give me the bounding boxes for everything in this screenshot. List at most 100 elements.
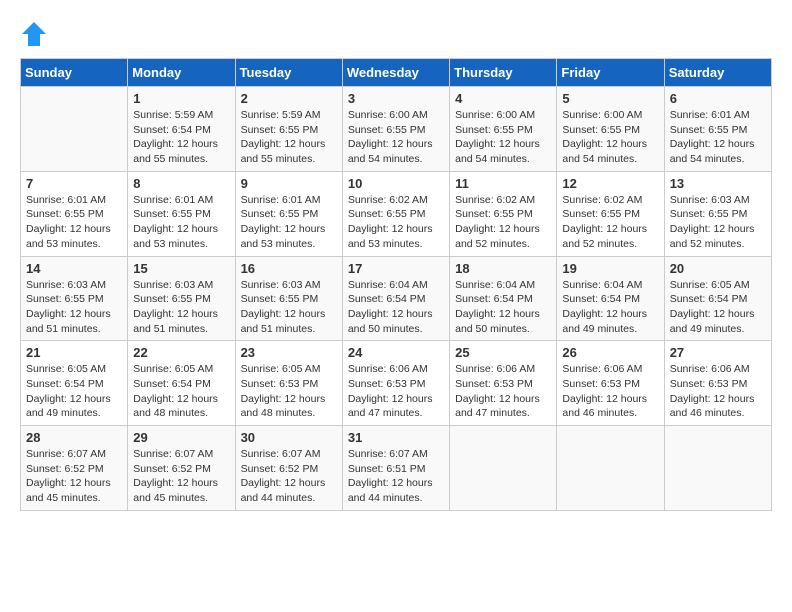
- day-info: Sunrise: 6:05 AMSunset: 6:54 PMDaylight:…: [133, 362, 229, 421]
- day-number: 18: [455, 261, 551, 276]
- calendar-cell: 20 Sunrise: 6:05 AMSunset: 6:54 PMDayligh…: [664, 256, 771, 341]
- day-info: Sunrise: 6:01 AMSunset: 6:55 PMDaylight:…: [241, 193, 337, 252]
- day-info: Sunrise: 6:02 AMSunset: 6:55 PMDaylight:…: [348, 193, 444, 252]
- day-number: 22: [133, 345, 229, 360]
- day-info: Sunrise: 6:06 AMSunset: 6:53 PMDaylight:…: [348, 362, 444, 421]
- calendar-cell: 25 Sunrise: 6:06 AMSunset: 6:53 PMDayligh…: [450, 341, 557, 426]
- calendar-cell: 4 Sunrise: 6:00 AMSunset: 6:55 PMDaylight…: [450, 87, 557, 172]
- calendar-cell: 10 Sunrise: 6:02 AMSunset: 6:55 PMDayligh…: [342, 171, 449, 256]
- weekday-header-cell: Saturday: [664, 59, 771, 87]
- calendar-week-row: 7 Sunrise: 6:01 AMSunset: 6:55 PMDaylight…: [21, 171, 772, 256]
- day-info: Sunrise: 6:07 AMSunset: 6:52 PMDaylight:…: [26, 447, 122, 506]
- weekday-header-row: SundayMondayTuesdayWednesdayThursdayFrid…: [21, 59, 772, 87]
- day-number: 11: [455, 176, 551, 191]
- day-number: 6: [670, 91, 766, 106]
- calendar-cell: [664, 426, 771, 511]
- day-number: 10: [348, 176, 444, 191]
- calendar-cell: 7 Sunrise: 6:01 AMSunset: 6:55 PMDaylight…: [21, 171, 128, 256]
- day-number: 29: [133, 430, 229, 445]
- calendar-body: 1Sunrise: 5:59 AMSunset: 6:54 PMDaylight…: [21, 87, 772, 511]
- calendar-cell: 18 Sunrise: 6:04 AMSunset: 6:54 PMDayligh…: [450, 256, 557, 341]
- day-info: Sunrise: 6:00 AMSunset: 6:55 PMDaylight:…: [562, 108, 658, 167]
- day-number: 23: [241, 345, 337, 360]
- calendar-cell: [450, 426, 557, 511]
- calendar-cell: 6 Sunrise: 6:01 AMSunset: 6:55 PMDaylight…: [664, 87, 771, 172]
- day-info: Sunrise: 6:00 AMSunset: 6:55 PMDaylight:…: [455, 108, 551, 167]
- day-info: Sunrise: 6:03 AMSunset: 6:55 PMDaylight:…: [26, 278, 122, 337]
- calendar-week-row: 28 Sunrise: 6:07 AMSunset: 6:52 PMDayligh…: [21, 426, 772, 511]
- day-info: Sunrise: 6:05 AMSunset: 6:54 PMDaylight:…: [670, 278, 766, 337]
- day-number: 9: [241, 176, 337, 191]
- calendar-cell: 23 Sunrise: 6:05 AMSunset: 6:53 PMDayligh…: [235, 341, 342, 426]
- calendar-cell: 14Sunrise: 6:03 AMSunset: 6:55 PMDayligh…: [21, 256, 128, 341]
- calendar-cell: 13 Sunrise: 6:03 AMSunset: 6:55 PMDayligh…: [664, 171, 771, 256]
- calendar-cell: 17Sunrise: 6:04 AMSunset: 6:54 PMDayligh…: [342, 256, 449, 341]
- day-number: 1: [133, 91, 229, 106]
- calendar-week-row: 1Sunrise: 5:59 AMSunset: 6:54 PMDaylight…: [21, 87, 772, 172]
- day-number: 30: [241, 430, 337, 445]
- day-info: Sunrise: 6:05 AMSunset: 6:53 PMDaylight:…: [241, 362, 337, 421]
- day-info: Sunrise: 5:59 AMSunset: 6:55 PMDaylight:…: [241, 108, 337, 167]
- day-info: Sunrise: 6:01 AMSunset: 6:55 PMDaylight:…: [670, 108, 766, 167]
- calendar-cell: 15 Sunrise: 6:03 AMSunset: 6:55 PMDayligh…: [128, 256, 235, 341]
- day-info: Sunrise: 6:05 AMSunset: 6:54 PMDaylight:…: [26, 362, 122, 421]
- day-number: 26: [562, 345, 658, 360]
- calendar-week-row: 14Sunrise: 6:03 AMSunset: 6:55 PMDayligh…: [21, 256, 772, 341]
- calendar-cell: 8 Sunrise: 6:01 AMSunset: 6:55 PMDaylight…: [128, 171, 235, 256]
- day-number: 24: [348, 345, 444, 360]
- day-number: 20: [670, 261, 766, 276]
- calendar-cell: 27 Sunrise: 6:06 AMSunset: 6:53 PMDayligh…: [664, 341, 771, 426]
- day-number: 15: [133, 261, 229, 276]
- day-number: 4: [455, 91, 551, 106]
- day-info: Sunrise: 6:06 AMSunset: 6:53 PMDaylight:…: [455, 362, 551, 421]
- day-info: Sunrise: 6:00 AMSunset: 6:55 PMDaylight:…: [348, 108, 444, 167]
- day-info: Sunrise: 6:06 AMSunset: 6:53 PMDaylight:…: [670, 362, 766, 421]
- calendar-week-row: 21Sunrise: 6:05 AMSunset: 6:54 PMDayligh…: [21, 341, 772, 426]
- day-info: Sunrise: 6:07 AMSunset: 6:51 PMDaylight:…: [348, 447, 444, 506]
- day-info: Sunrise: 6:01 AMSunset: 6:55 PMDaylight:…: [26, 193, 122, 252]
- calendar-cell: 29 Sunrise: 6:07 AMSunset: 6:52 PMDayligh…: [128, 426, 235, 511]
- page-header: [20, 20, 772, 48]
- calendar-cell: 31Sunrise: 6:07 AMSunset: 6:51 PMDayligh…: [342, 426, 449, 511]
- calendar-cell: 26Sunrise: 6:06 AMSunset: 6:53 PMDayligh…: [557, 341, 664, 426]
- calendar-table: SundayMondayTuesdayWednesdayThursdayFrid…: [20, 58, 772, 511]
- calendar-cell: [21, 87, 128, 172]
- calendar-cell: 28 Sunrise: 6:07 AMSunset: 6:52 PMDayligh…: [21, 426, 128, 511]
- calendar-cell: 19 Sunrise: 6:04 AMSunset: 6:54 PMDayligh…: [557, 256, 664, 341]
- day-info: Sunrise: 6:01 AMSunset: 6:55 PMDaylight:…: [133, 193, 229, 252]
- day-number: 25: [455, 345, 551, 360]
- calendar-cell: 21Sunrise: 6:05 AMSunset: 6:54 PMDayligh…: [21, 341, 128, 426]
- day-info: Sunrise: 6:03 AMSunset: 6:55 PMDaylight:…: [241, 278, 337, 337]
- calendar-cell: 22 Sunrise: 6:05 AMSunset: 6:54 PMDayligh…: [128, 341, 235, 426]
- day-number: 28: [26, 430, 122, 445]
- calendar-cell: 2 Sunrise: 5:59 AMSunset: 6:55 PMDaylight…: [235, 87, 342, 172]
- day-number: 5: [562, 91, 658, 106]
- day-info: Sunrise: 6:02 AMSunset: 6:55 PMDaylight:…: [562, 193, 658, 252]
- weekday-header-cell: Tuesday: [235, 59, 342, 87]
- logo: [20, 20, 52, 48]
- day-info: Sunrise: 6:07 AMSunset: 6:52 PMDaylight:…: [133, 447, 229, 506]
- day-info: Sunrise: 6:04 AMSunset: 6:54 PMDaylight:…: [562, 278, 658, 337]
- day-number: 7: [26, 176, 122, 191]
- day-info: Sunrise: 6:03 AMSunset: 6:55 PMDaylight:…: [670, 193, 766, 252]
- day-info: Sunrise: 6:04 AMSunset: 6:54 PMDaylight:…: [348, 278, 444, 337]
- calendar-cell: 24 Sunrise: 6:06 AMSunset: 6:53 PMDayligh…: [342, 341, 449, 426]
- weekday-header-cell: Thursday: [450, 59, 557, 87]
- day-info: Sunrise: 6:02 AMSunset: 6:55 PMDaylight:…: [455, 193, 551, 252]
- day-info: Sunrise: 6:03 AMSunset: 6:55 PMDaylight:…: [133, 278, 229, 337]
- weekday-header-cell: Friday: [557, 59, 664, 87]
- weekday-header-cell: Sunday: [21, 59, 128, 87]
- day-number: 19: [562, 261, 658, 276]
- day-number: 8: [133, 176, 229, 191]
- calendar-cell: 3 Sunrise: 6:00 AMSunset: 6:55 PMDaylight…: [342, 87, 449, 172]
- calendar-cell: 9 Sunrise: 6:01 AMSunset: 6:55 PMDaylight…: [235, 171, 342, 256]
- day-number: 27: [670, 345, 766, 360]
- day-info: Sunrise: 6:07 AMSunset: 6:52 PMDaylight:…: [241, 447, 337, 506]
- calendar-cell: 1Sunrise: 5:59 AMSunset: 6:54 PMDaylight…: [128, 87, 235, 172]
- day-number: 2: [241, 91, 337, 106]
- calendar-cell: 11 Sunrise: 6:02 AMSunset: 6:55 PMDayligh…: [450, 171, 557, 256]
- calendar-cell: 5 Sunrise: 6:00 AMSunset: 6:55 PMDaylight…: [557, 87, 664, 172]
- day-number: 13: [670, 176, 766, 191]
- day-info: Sunrise: 6:04 AMSunset: 6:54 PMDaylight:…: [455, 278, 551, 337]
- day-number: 3: [348, 91, 444, 106]
